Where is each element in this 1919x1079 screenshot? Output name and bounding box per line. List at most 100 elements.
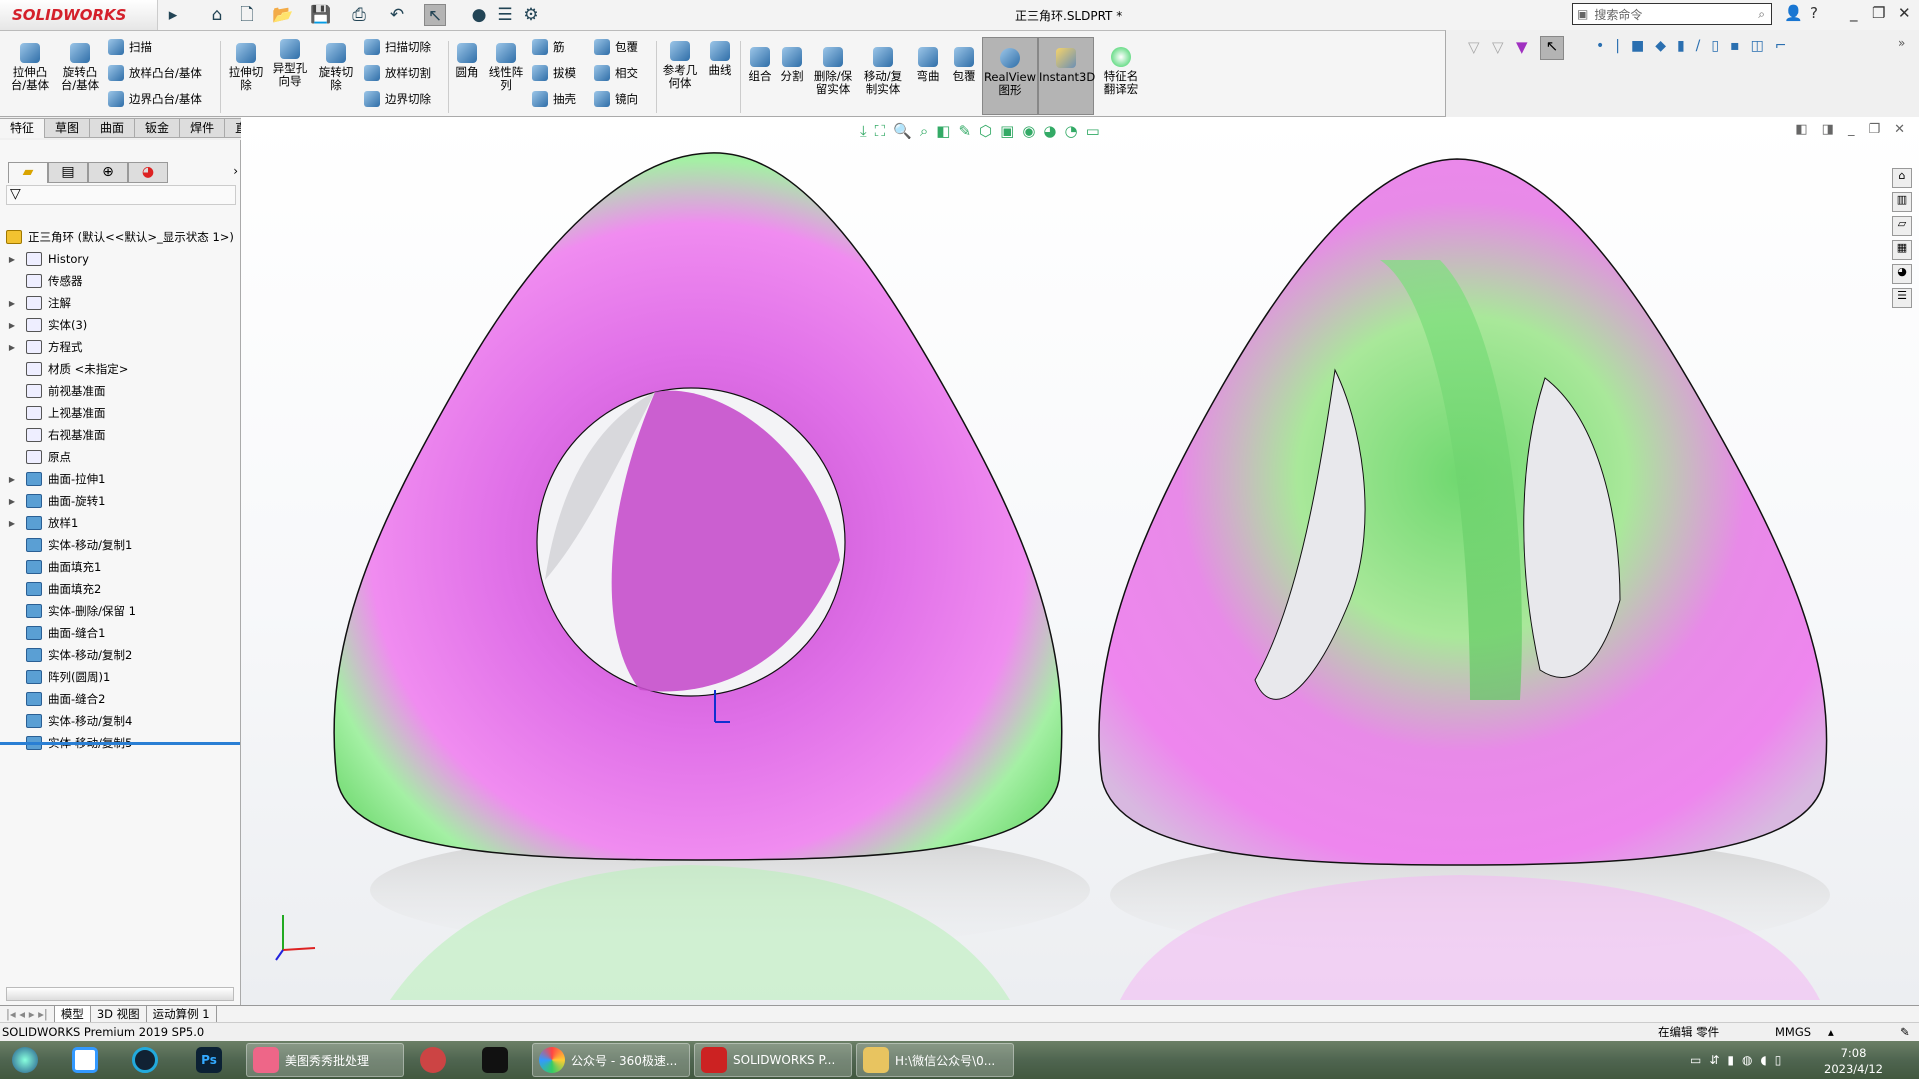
loft-boss-button[interactable]: 放样凸台/基体	[108, 65, 202, 81]
solidworks-resources-icon[interactable]: ⌂	[1892, 168, 1912, 188]
move-copy-body-button[interactable]: 移动/复 制实体	[860, 47, 906, 96]
rib-button[interactable]: 筋	[532, 39, 565, 55]
hole-wizard-button[interactable]: 异型孔 向导	[268, 39, 312, 88]
user-icon[interactable]: 👤	[1784, 4, 1803, 22]
options-gear-icon[interactable]: ⚙	[520, 4, 542, 26]
select-pointer-icon[interactable]: ↖	[1540, 36, 1564, 60]
tree-item[interactable]: ▶ 曲面-拉伸1	[0, 468, 105, 490]
edit-appearance-icon[interactable]: ◕	[1043, 122, 1056, 140]
tab-navigation-arrows[interactable]: |◂ ◂ ▸ ▸|	[0, 1006, 55, 1022]
display-style-icon[interactable]: ▣	[1000, 122, 1014, 140]
clock[interactable]: 7:08 2023/4/12	[1824, 1045, 1883, 1077]
file-explorer-icon[interactable]: ▱	[1892, 216, 1912, 236]
tree-item[interactable]: ▶ 方程式	[0, 336, 83, 358]
filter-entity-icons[interactable]: •|■◆▮/▯▪◫⌐	[1596, 38, 1798, 54]
unit-system-selector[interactable]: MMGS	[1775, 1023, 1811, 1041]
new-document-icon[interactable]: 🗋	[236, 4, 258, 26]
tab-motion-study[interactable]: 运动算例 1	[147, 1006, 217, 1022]
tree-item[interactable]: 传感器	[0, 270, 83, 292]
sweep-button[interactable]: 扫描	[108, 39, 152, 55]
boundary-cut-button[interactable]: 边界切除	[364, 91, 431, 107]
app-pinned-2[interactable]	[126, 1043, 158, 1077]
boundary-boss-button[interactable]: 边界凸台/基体	[108, 91, 202, 107]
tree-item[interactable]: 上视基准面	[0, 402, 106, 424]
intersect-button[interactable]: 相交	[594, 65, 638, 81]
tree-item[interactable]: ▶ 曲面-旋转1	[0, 490, 105, 512]
expand-arrow-icon[interactable]: ▶	[6, 321, 18, 330]
tree-item[interactable]: ▶ 注解	[0, 292, 71, 314]
swept-cut-button[interactable]: 扫描切除	[364, 39, 431, 55]
horizontal-scrollbar[interactable]	[6, 987, 234, 1001]
extrude-cut-button[interactable]: 拉伸切 除	[224, 43, 268, 92]
app-pinned-1[interactable]	[66, 1043, 98, 1077]
expand-arrow-icon[interactable]: ▶	[6, 497, 18, 506]
viewport-close-icon[interactable]: ✕	[1894, 122, 1905, 137]
tree-item[interactable]: 实体-移动/复制1	[0, 534, 132, 556]
appearances-icon[interactable]: ◕	[1892, 264, 1912, 284]
taskbar-window-solidworks[interactable]: SOLIDWORKS P...	[694, 1043, 852, 1077]
property-manager-tab-icon[interactable]: ▤	[48, 162, 88, 183]
tree-filter-input[interactable]: ▽	[6, 185, 236, 205]
tree-item[interactable]: 右视基准面	[0, 424, 106, 446]
mirror-button[interactable]: 镜向	[594, 91, 638, 107]
solidworks-logo[interactable]: SOLIDWORKS	[0, 0, 158, 30]
rollback-bar[interactable]	[0, 742, 240, 745]
tree-item[interactable]: ▶ 实体(3)	[0, 314, 87, 336]
previous-pane-icon[interactable]: ◧	[1795, 122, 1807, 137]
expand-menu-icon[interactable]: ▸	[162, 4, 184, 26]
filter-icon[interactable]: ▽	[1468, 38, 1480, 56]
expand-arrow-icon[interactable]: ▶	[6, 519, 18, 528]
apply-scene-icon[interactable]: ◔	[1065, 122, 1078, 140]
panel-expand-chevron-icon[interactable]: ›	[233, 162, 238, 183]
graphics-area[interactable]	[241, 117, 1919, 1005]
curves-button[interactable]: 曲线	[704, 41, 736, 77]
tree-item[interactable]: 实体-删除/保留 1	[0, 600, 136, 622]
delete-keep-body-button[interactable]: 删除/保 留实体	[810, 47, 856, 96]
home-icon[interactable]: ⌂	[206, 4, 228, 26]
zoom-to-fit-icon[interactable]: ⛶	[875, 122, 886, 140]
tree-item[interactable]: 前视基准面	[0, 380, 106, 402]
taskbar-window-meitu[interactable]: 美图秀秀批处理	[246, 1043, 404, 1077]
draft-button[interactable]: 拔模	[532, 65, 576, 81]
tab-model[interactable]: 模型	[54, 1006, 91, 1022]
tree-item[interactable]: 实体-移动/复制2	[0, 644, 132, 666]
custom-properties-icon[interactable]: ☰	[1892, 288, 1912, 308]
filter-toggle-icon[interactable]: ▽	[1492, 38, 1504, 56]
realview-graphics-toggle[interactable]: RealView 图形	[982, 37, 1038, 115]
reference-geometry-button[interactable]: 参考几 何体	[660, 41, 700, 90]
viewport-minimize-icon[interactable]: _	[1848, 122, 1855, 137]
view-settings-icon[interactable]: ▭	[1086, 122, 1100, 140]
tab-3[interactable]: 钣金	[135, 118, 181, 138]
tree-item[interactable]: 曲面填充1	[0, 556, 101, 578]
tab-2[interactable]: 曲面	[90, 118, 136, 138]
shell-button[interactable]: 抽壳	[532, 91, 576, 107]
revolve-boss-button[interactable]: 旋转凸 台/基体	[58, 43, 102, 92]
tab-3d-view[interactable]: 3D 视图	[91, 1006, 147, 1022]
taskbar-window-browser[interactable]: 公众号 - 360极速...	[532, 1043, 690, 1077]
tree-item[interactable]: 实体-移动/复制4	[0, 710, 132, 732]
tree-item[interactable]: 材质 <未指定>	[0, 358, 128, 380]
tree-item[interactable]: 曲面填充2	[0, 578, 101, 600]
flex-button[interactable]: 弯曲	[912, 47, 944, 83]
tree-root[interactable]: 正三角环 (默认<<默认>_显示状态 1>)	[0, 226, 234, 248]
search-commands-input[interactable]: ▣ 搜索命令 ⌕	[1572, 3, 1772, 25]
revolve-cut-button[interactable]: 旋转切 除	[314, 43, 358, 92]
instant3d-toggle[interactable]: Instant3D	[1038, 37, 1095, 115]
wrap-small-button[interactable]: 包覆	[594, 39, 638, 55]
feature-manager-tab-icon[interactable]: ▰	[8, 162, 48, 183]
zoom-area-icon[interactable]: 🔍	[893, 122, 912, 140]
restore-button[interactable]: ❐	[1872, 4, 1885, 22]
hide-show-icon[interactable]: ◉	[1022, 122, 1035, 140]
close-button[interactable]: ✕	[1898, 4, 1911, 22]
more-chevron-icon[interactable]: »	[1898, 36, 1905, 50]
fillet-button[interactable]: 圆角	[452, 43, 482, 79]
lofted-cut-button[interactable]: 放样切割	[364, 65, 431, 81]
tab-1[interactable]: 草图	[45, 118, 91, 138]
expand-arrow-icon[interactable]: ▶	[6, 299, 18, 308]
search-icon[interactable]: ⌕	[1758, 7, 1765, 22]
view-palette-icon[interactable]: ▦	[1892, 240, 1912, 260]
dynamic-annotation-icon[interactable]: ✎	[958, 122, 971, 140]
configuration-manager-tab-icon[interactable]: ⊕	[88, 162, 128, 183]
appearance-manager-tab-icon[interactable]: ◕	[128, 162, 168, 183]
viewport-restore-icon[interactable]: ❐	[1868, 122, 1880, 137]
